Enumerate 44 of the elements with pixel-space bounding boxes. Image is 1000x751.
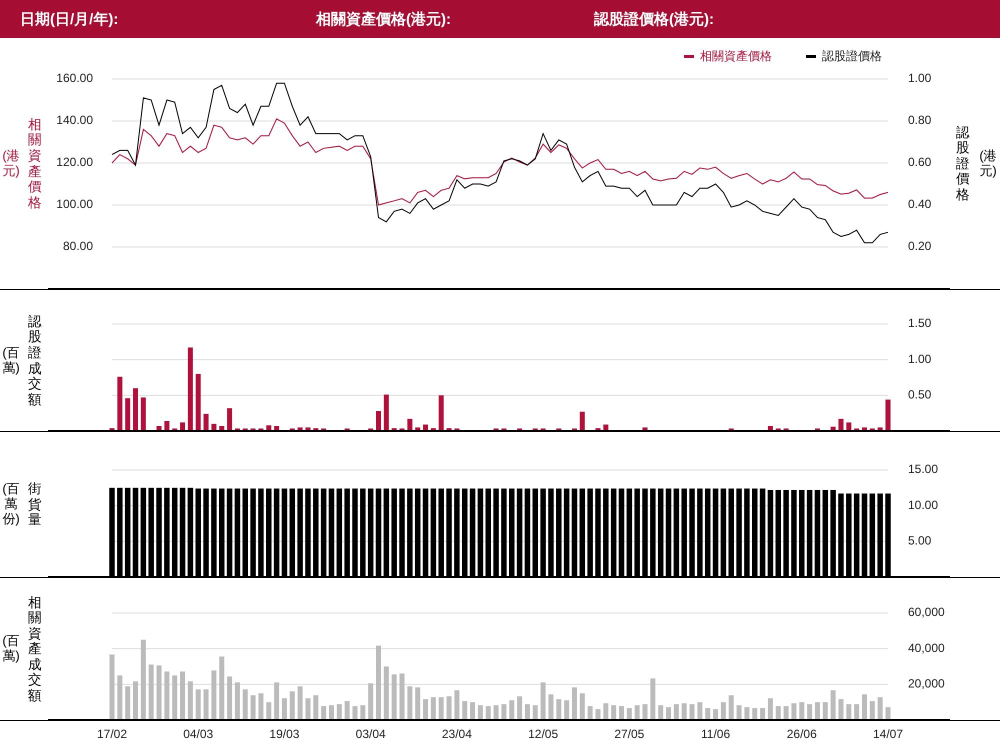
axis-tick-label: 14/07 bbox=[872, 727, 904, 742]
axis-tick-label: 80.00 bbox=[62, 239, 93, 254]
axis-title: 認股證成交額 bbox=[28, 314, 42, 408]
axis-tick-label: 40,000 bbox=[908, 640, 945, 655]
axis-unit-label: (百萬份) bbox=[2, 482, 20, 527]
axis-tick-label: 1.00 bbox=[908, 71, 932, 86]
header-label: 相關資產價格(港元): bbox=[316, 10, 452, 28]
axis-tick-label: 12/05 bbox=[528, 727, 558, 742]
axis-tick-label: 27/05 bbox=[614, 727, 644, 742]
axis-title: 相關資產價格 bbox=[28, 116, 42, 210]
legend-label: 認股證價格 bbox=[822, 49, 882, 64]
axis-title: 相關資產成交額 bbox=[28, 594, 42, 704]
axis-tick-label: 1.00 bbox=[908, 352, 932, 366]
axis-tick-label: 0.20 bbox=[908, 239, 932, 254]
axis-unit-label: (百萬) bbox=[2, 346, 20, 376]
axis-title: 認股證價格 bbox=[956, 124, 970, 202]
axis-tick-label: 03/04 bbox=[356, 727, 386, 742]
axis-tick-label: 0.80 bbox=[908, 113, 932, 128]
axis-tick-label: 0.40 bbox=[908, 197, 932, 212]
axis-tick-label: 0.60 bbox=[908, 155, 932, 170]
axis-tick-label: 160.00 bbox=[56, 71, 93, 86]
axis-title: 街貨量 bbox=[28, 481, 42, 528]
axis-tick-label: 17/02 bbox=[96, 727, 128, 742]
axis-tick-label: 04/03 bbox=[183, 727, 214, 742]
axis-tick-label: 10.00 bbox=[908, 498, 938, 512]
axis-unit-label: (港元) bbox=[979, 148, 997, 178]
axis-tick-label: 0.50 bbox=[908, 388, 932, 402]
axis-tick-label: 140.00 bbox=[56, 113, 93, 128]
axis-unit-label: (百萬) bbox=[2, 634, 20, 664]
axis-tick-label: 120.00 bbox=[56, 155, 93, 170]
axis-tick-label: 60,000 bbox=[908, 605, 945, 620]
axis-tick-label: 5.00 bbox=[908, 534, 932, 548]
axis-tick-label: 19/03 bbox=[269, 727, 300, 742]
header-label: 認股證價格(港元): bbox=[594, 10, 715, 28]
axis-tick-label: 100.00 bbox=[56, 197, 93, 212]
legend-label: 相關資產價格 bbox=[700, 49, 772, 64]
axis-tick-label: 1.50 bbox=[908, 316, 932, 330]
axis-unit-label: (港元) bbox=[2, 148, 20, 178]
axis-tick-label: 20,000 bbox=[908, 676, 945, 690]
axis-tick-label: 26/06 bbox=[786, 727, 817, 742]
axis-tick-label: 23/04 bbox=[442, 727, 472, 742]
axis-tick-label: 11/06 bbox=[700, 727, 730, 742]
header-label: 日期(日/月/年): bbox=[20, 10, 120, 28]
axis-tick-label: 15.00 bbox=[908, 462, 938, 476]
